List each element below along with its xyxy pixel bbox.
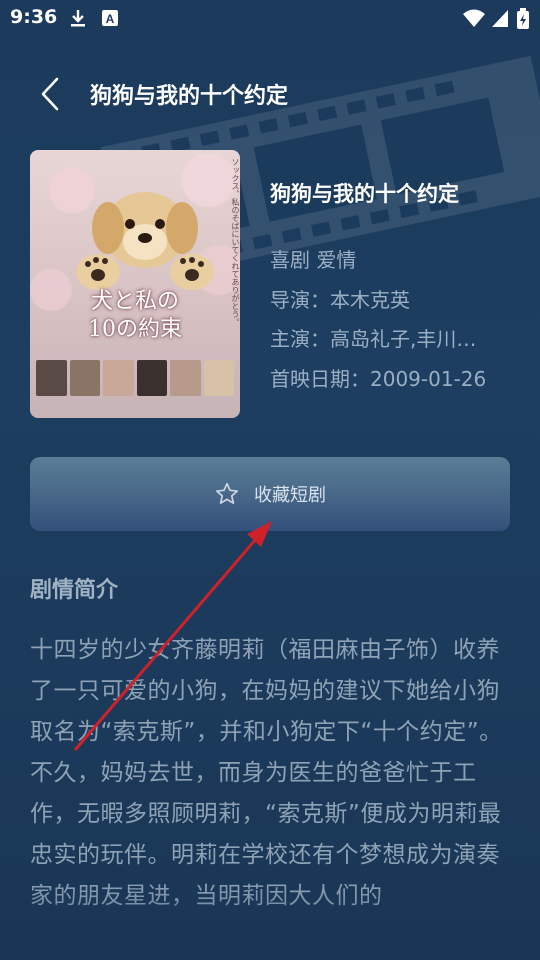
synopsis-heading: 剧情简介 [30, 578, 119, 603]
synopsis-text: 十四岁的少女齐藤明莉（福田麻由子饰）收养了一只可爱的小狗，在妈妈的建议下她给小狗… [30, 637, 503, 909]
cast-photo [170, 360, 201, 396]
cast-photo [36, 360, 67, 396]
poster-title: 犬と私の 10の約束 [30, 288, 240, 344]
movie-cast: 主演：高岛礼子,丰川… [270, 327, 477, 351]
movie-release-date: 首映日期：2009-01-26 [270, 367, 487, 391]
cast-photo [103, 360, 134, 396]
movie-director: 导演：本木克英 [270, 288, 410, 312]
movie-title: 狗狗与我的十个约定 [270, 182, 459, 206]
download-icon [71, 10, 85, 27]
app-notification-icon: A [102, 10, 118, 26]
wifi-icon [463, 9, 485, 27]
poster-title-line-1: 犬と私の [90, 289, 179, 314]
cast-photo [203, 360, 234, 396]
battery-icon [517, 8, 529, 29]
page-title: 狗狗与我的十个约定 [90, 84, 289, 109]
synopsis-fade [0, 880, 540, 960]
chevron-left-icon [41, 77, 59, 111]
favorite-button[interactable]: 收藏短剧 [30, 457, 510, 531]
poster-credits [36, 400, 234, 412]
star-outline-icon [215, 482, 239, 504]
status-bar: 9:36 A [0, 0, 540, 38]
favorite-button-label: 收藏短剧 [254, 485, 326, 506]
cast-photo [136, 360, 167, 396]
signal-icon [492, 10, 508, 27]
poster-title-line-2: 10の約束 [88, 317, 182, 342]
movie-poster[interactable]: ソックス、私のそばにいてくれてありがとう。 犬と私の 10の約束 [30, 150, 240, 418]
movie-genres: 喜剧 爱情 [270, 248, 357, 272]
back-button[interactable] [30, 74, 70, 114]
svg-text:A: A [106, 12, 115, 26]
poster-cast-photos [36, 360, 234, 396]
cast-photo [69, 360, 100, 396]
status-time: 9:36 [10, 6, 58, 28]
puppy-illustration [76, 192, 214, 290]
header: 狗狗与我的十个约定 [0, 64, 540, 124]
